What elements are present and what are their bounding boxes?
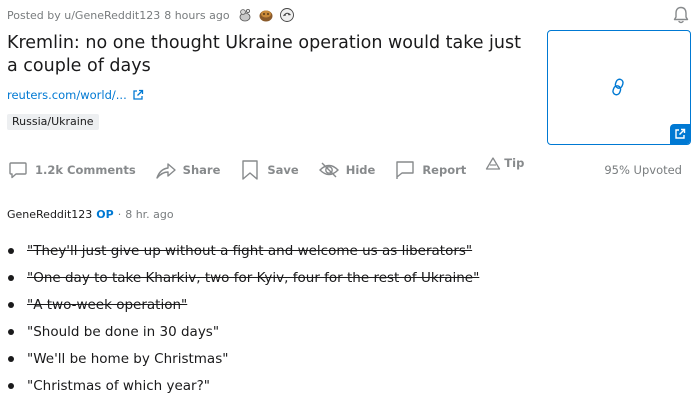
- comment-time[interactable]: 8 hr. ago: [125, 208, 173, 221]
- list-item: "One day to take Kharkiv, two for Kyiv, …: [8, 264, 479, 291]
- post-time[interactable]: 8 hours ago: [164, 9, 229, 22]
- hide-button[interactable]: Hide: [318, 155, 376, 185]
- post-flair[interactable]: Russia/Ukraine: [7, 114, 99, 130]
- post-actions: 1.2k Comments Share Save Hide Report Tip: [7, 155, 543, 185]
- tip-icon: [486, 157, 501, 170]
- bullet-icon: [8, 301, 14, 308]
- comment-icon: [9, 162, 27, 179]
- list-item-text: "They'll just give up without a fight an…: [27, 242, 473, 259]
- bullet-icon: [8, 328, 14, 335]
- bullet-icon: [8, 382, 14, 389]
- list-item-text: "Should be done in 30 days": [27, 323, 220, 340]
- posted-by[interactable]: Posted by u/GeneReddit123: [7, 9, 160, 22]
- comment-list: "They'll just give up without a fight an…: [8, 237, 479, 399]
- flag-icon: [396, 161, 415, 179]
- bell-icon[interactable]: [672, 5, 690, 25]
- share-label: Share: [182, 163, 221, 177]
- bullet-icon: [8, 355, 14, 362]
- post-meta: Posted by u/GeneReddit123 8 hours ago: [7, 6, 295, 24]
- tip-button[interactable]: Tip: [485, 155, 524, 185]
- hide-label: Hide: [345, 163, 376, 177]
- bullet-icon: [8, 274, 14, 281]
- link-thumbnail[interactable]: [547, 30, 691, 145]
- comments-button[interactable]: 1.2k Comments: [7, 155, 136, 185]
- post-title[interactable]: Kremlin: no one thought Ukraine operatio…: [7, 32, 527, 78]
- op-badge: OP: [96, 208, 114, 221]
- comment-header: GeneReddit123 OP · 8 hr. ago: [7, 208, 174, 221]
- list-item: "Should be done in 30 days": [8, 318, 479, 345]
- post-link[interactable]: reuters.com/world/...: [7, 88, 144, 102]
- open-external-button[interactable]: [670, 124, 690, 144]
- list-item: "They'll just give up without a fight an…: [8, 237, 479, 264]
- save-label: Save: [267, 163, 299, 177]
- list-item-text: "We'll be home by Christmas": [27, 350, 229, 367]
- awards[interactable]: [237, 7, 295, 23]
- bookmark-icon: [242, 160, 259, 180]
- eye-slash-icon: [318, 162, 339, 178]
- save-button[interactable]: Save: [239, 155, 299, 185]
- helpful-award-icon[interactable]: [258, 7, 274, 23]
- list-item: "A two-week operation": [8, 291, 479, 318]
- comments-label: 1.2k Comments: [35, 163, 136, 177]
- upvote-ratio: 95% Upvoted: [604, 163, 682, 177]
- share-icon: [155, 163, 176, 179]
- list-item-text: "One day to take Kharkiv, two for Kyiv, …: [27, 269, 480, 286]
- post-link-text[interactable]: reuters.com/world/...: [7, 88, 127, 102]
- bullet-icon: [8, 247, 14, 254]
- external-link-icon[interactable]: [132, 89, 144, 101]
- list-item: "Christmas of which year?": [8, 372, 479, 399]
- report-label: Report: [422, 163, 467, 177]
- list-item-text: "Christmas of which year?": [27, 377, 210, 394]
- share-button[interactable]: Share: [155, 155, 221, 185]
- seal-award-icon[interactable]: [237, 7, 253, 23]
- tip-label: Tip: [504, 156, 525, 170]
- comment-separator: ·: [117, 208, 122, 221]
- list-item: "We'll be home by Christmas": [8, 345, 479, 372]
- chain-link-icon: [612, 78, 624, 96]
- comment-author[interactable]: GeneReddit123: [7, 208, 92, 221]
- energy-award-icon[interactable]: [279, 7, 295, 23]
- external-link-icon: [675, 128, 686, 139]
- list-item-text: "A two-week operation": [27, 296, 188, 313]
- report-button[interactable]: Report: [394, 155, 466, 185]
